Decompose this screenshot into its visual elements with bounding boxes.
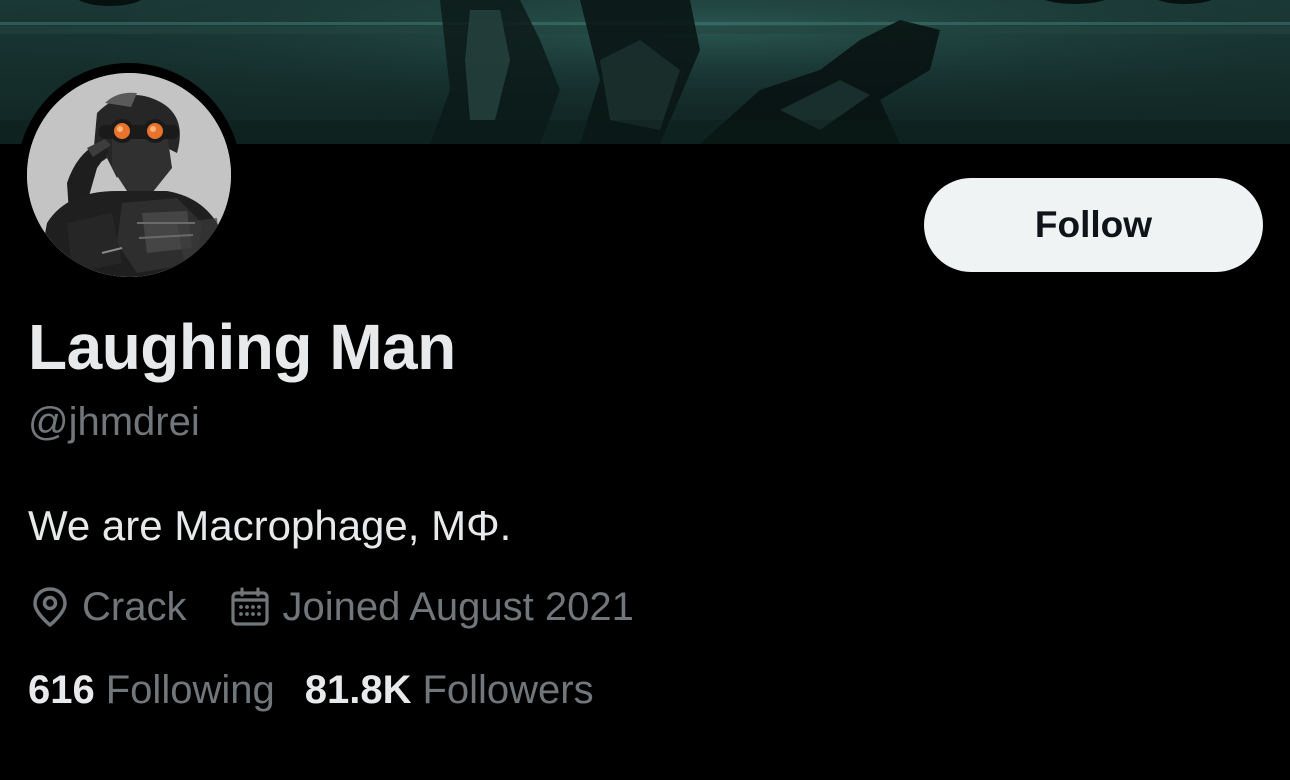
- avatar-ring[interactable]: [17, 63, 241, 287]
- followers-link[interactable]: 81.8K Followers: [305, 668, 594, 713]
- followers-label: Followers: [422, 668, 594, 712]
- profile-stats: 616 Following 81.8K Followers: [28, 668, 624, 713]
- avatar-image: [27, 73, 231, 277]
- follow-button[interactable]: Follow: [924, 178, 1263, 272]
- location-pin-icon: [33, 587, 67, 627]
- location-text: Crack: [82, 584, 187, 629]
- profile-display-name: Laughing Man: [28, 311, 456, 383]
- joined-item: Joined August 2021: [230, 584, 634, 630]
- following-link[interactable]: 616 Following: [28, 668, 275, 713]
- profile-meta: Crack Joined August 2021: [30, 582, 634, 632]
- calendar-icon: [231, 587, 270, 626]
- profile-handle: @jhmdrei: [28, 400, 200, 444]
- followers-count: 81.8K: [304, 668, 412, 712]
- location-item: Crack: [30, 585, 186, 630]
- joined-text: Joined August 2021: [282, 584, 634, 629]
- following-label: Following: [105, 668, 275, 712]
- profile-bio: We are Macrophage, MΦ.: [28, 502, 512, 549]
- following-count: 616: [28, 668, 95, 712]
- avatar[interactable]: [27, 73, 231, 277]
